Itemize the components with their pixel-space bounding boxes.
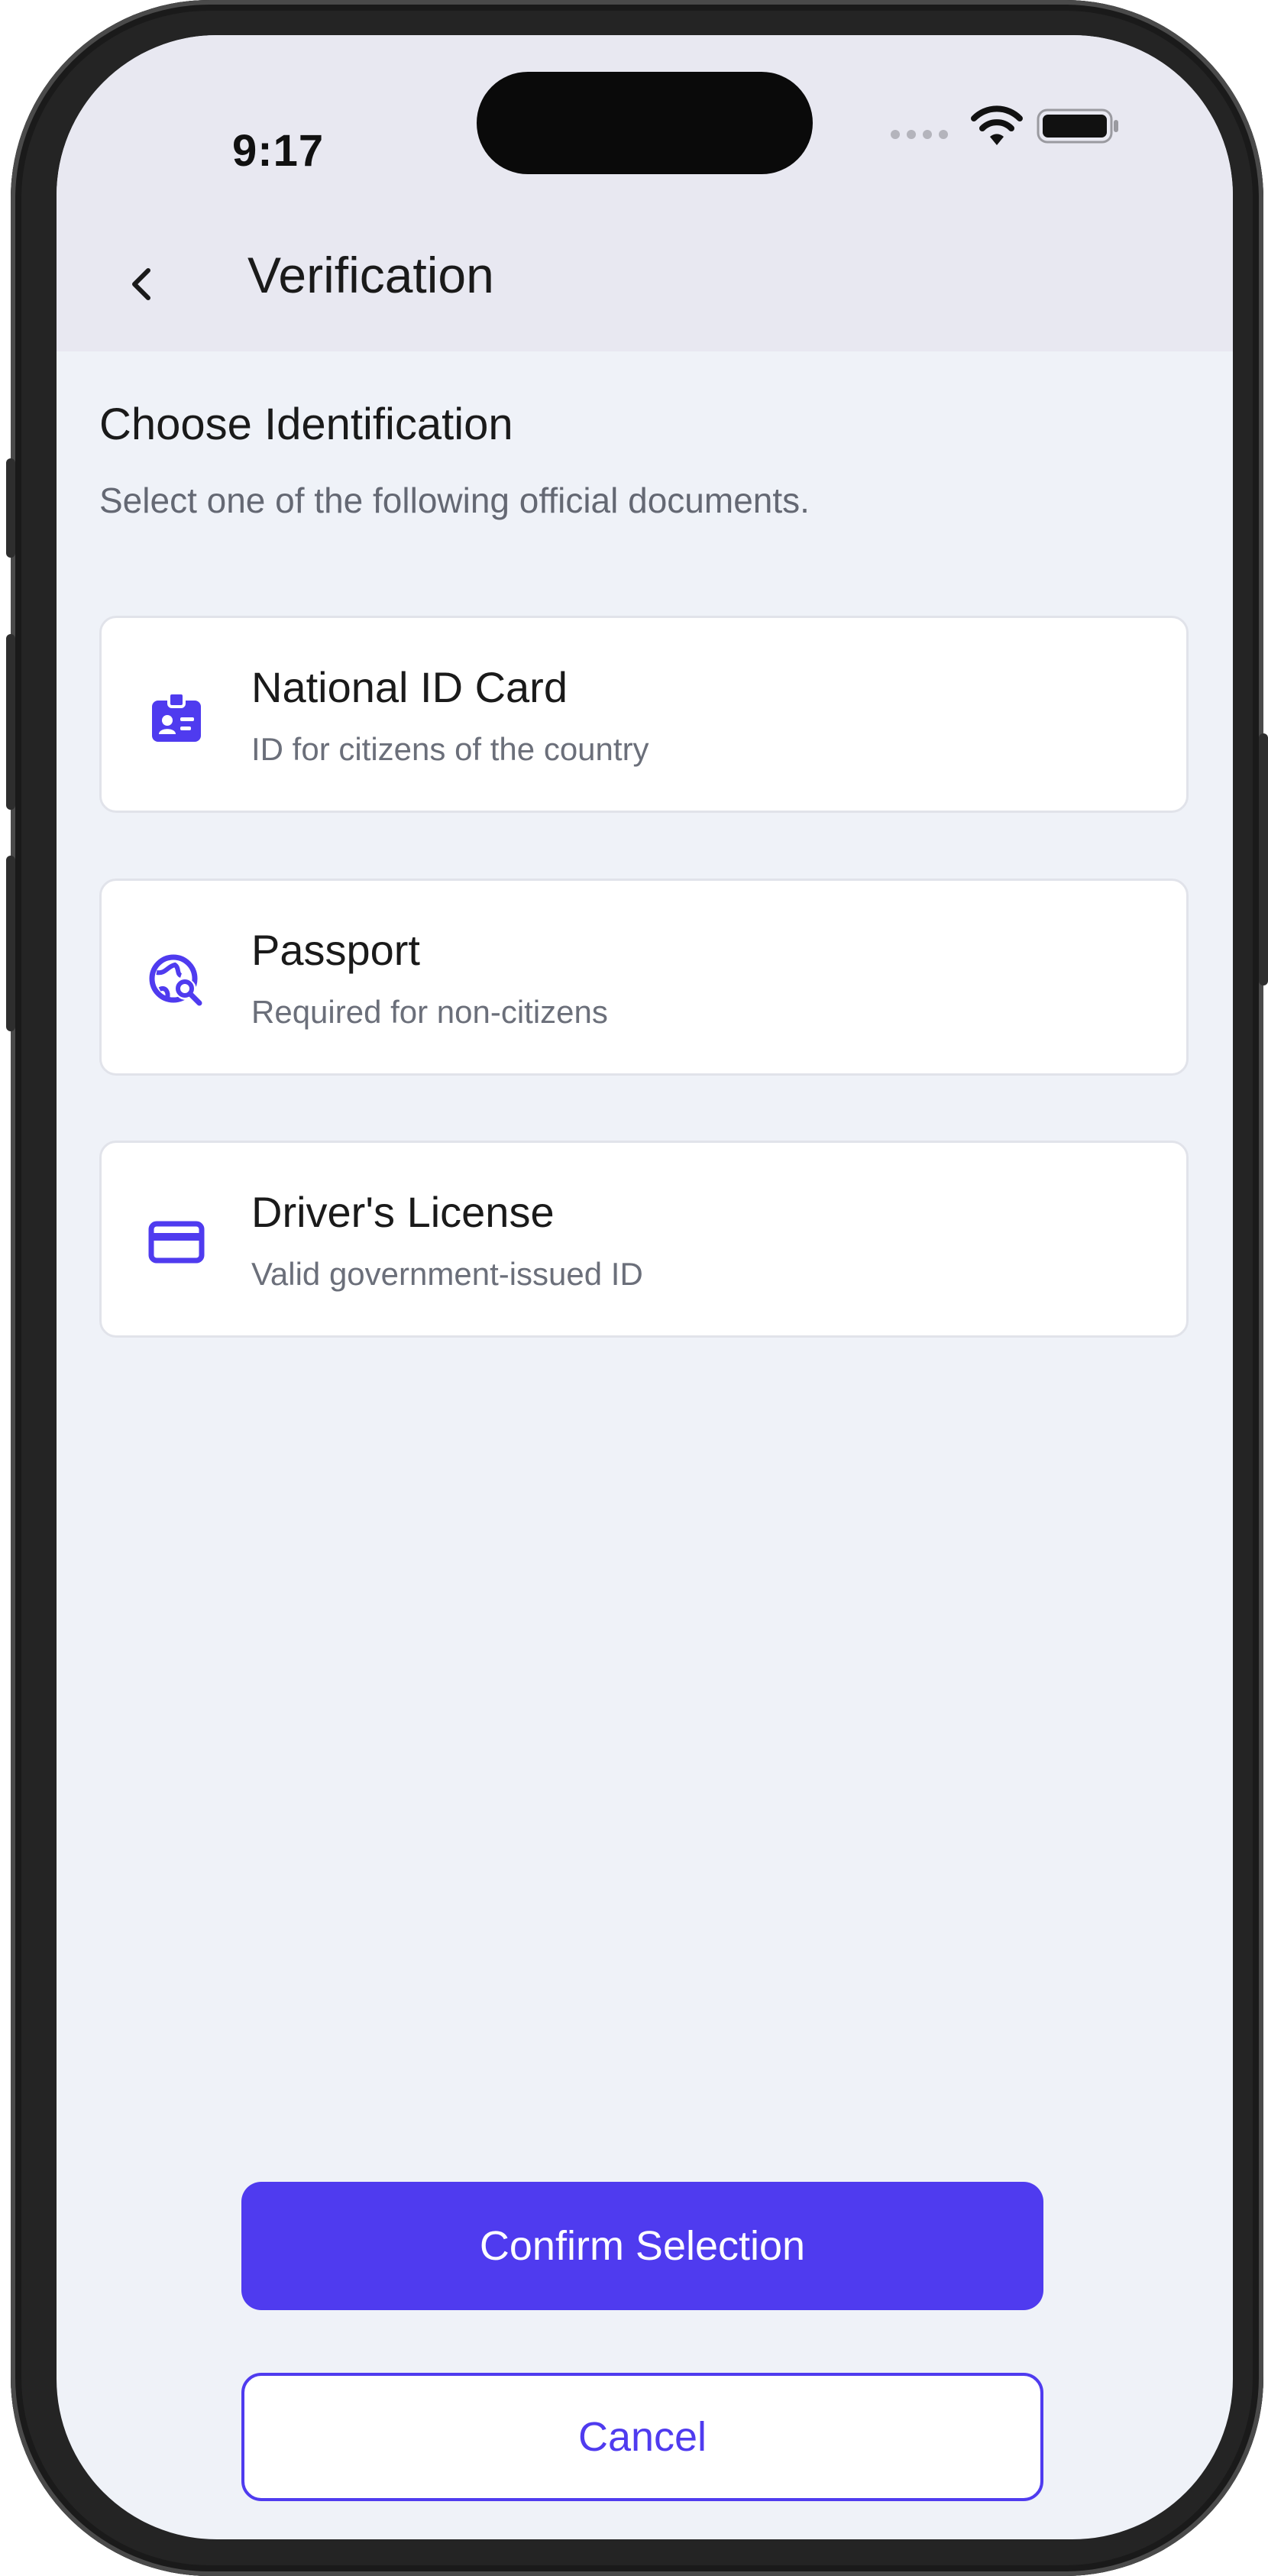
wifi-icon (971, 105, 1023, 145)
action-button (6, 458, 15, 558)
phone-screen: 9:17 Verification Choose Identification … (57, 35, 1233, 2539)
phone-frame: 9:17 Verification Choose Identification … (6, 0, 1268, 2576)
credit-card-icon (148, 1221, 205, 1264)
option-national-id-card[interactable]: National ID Card ID for citizens of the … (99, 616, 1189, 813)
power-button (1259, 733, 1268, 985)
volume-down-button (6, 856, 15, 1031)
option-title: Driver's License (251, 1188, 555, 1236)
option-subtitle: Required for non-citizens (251, 994, 608, 1030)
battery-icon (1037, 108, 1118, 144)
option-drivers-license[interactable]: Driver's License Valid government-issued… (99, 1141, 1189, 1338)
cancel-button[interactable]: Cancel (241, 2373, 1043, 2501)
id-badge-icon (152, 691, 201, 742)
option-subtitle: ID for citizens of the country (251, 731, 649, 767)
volume-up-button (6, 634, 15, 810)
dynamic-island (477, 72, 813, 174)
option-passport[interactable]: Passport Required for non-citizens (99, 879, 1189, 1076)
option-subtitle: Valid government-issued ID (251, 1256, 643, 1292)
section-subtitle: Select one of the following official doc… (99, 481, 810, 520)
option-title: Passport (251, 926, 420, 974)
top-bar: 9:17 Verification (57, 35, 1233, 351)
chevron-left-icon[interactable] (121, 263, 163, 306)
status-time: 9:17 (232, 126, 325, 176)
option-title: National ID Card (251, 663, 568, 711)
section-title: Choose Identification (99, 400, 513, 449)
page-title: Verification (247, 247, 494, 303)
cellular-signal-icon (891, 130, 948, 139)
confirm-selection-button[interactable]: Confirm Selection (241, 2182, 1043, 2310)
globe-search-icon (149, 954, 202, 1006)
